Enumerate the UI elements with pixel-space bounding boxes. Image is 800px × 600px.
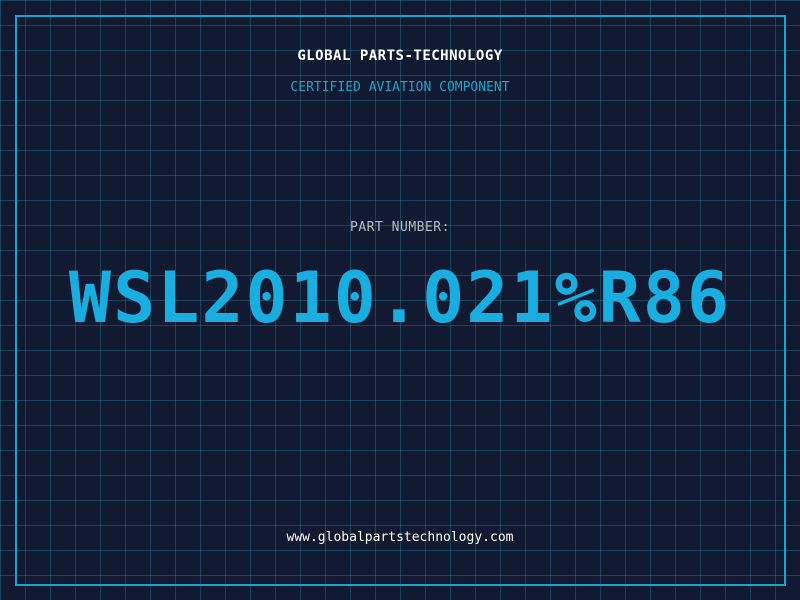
certificate-canvas: GLOBAL PARTS-TECHNOLOGY CERTIFIED AVIATI…: [0, 0, 800, 600]
company-name: GLOBAL PARTS-TECHNOLOGY: [297, 48, 503, 64]
website-url: www.globalpartstechnology.com: [286, 530, 514, 545]
part-number-label: PART NUMBER:: [350, 220, 450, 235]
certification-subtitle: CERTIFIED AVIATION COMPONENT: [290, 80, 510, 95]
part-number-value: WSL2010.021%R86: [68, 257, 732, 339]
